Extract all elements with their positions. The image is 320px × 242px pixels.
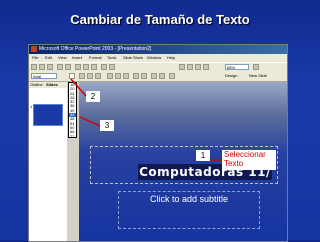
callout-arrows — [70, 78, 222, 161]
arrow-2 — [70, 78, 87, 97]
arrow-3 — [79, 116, 101, 127]
